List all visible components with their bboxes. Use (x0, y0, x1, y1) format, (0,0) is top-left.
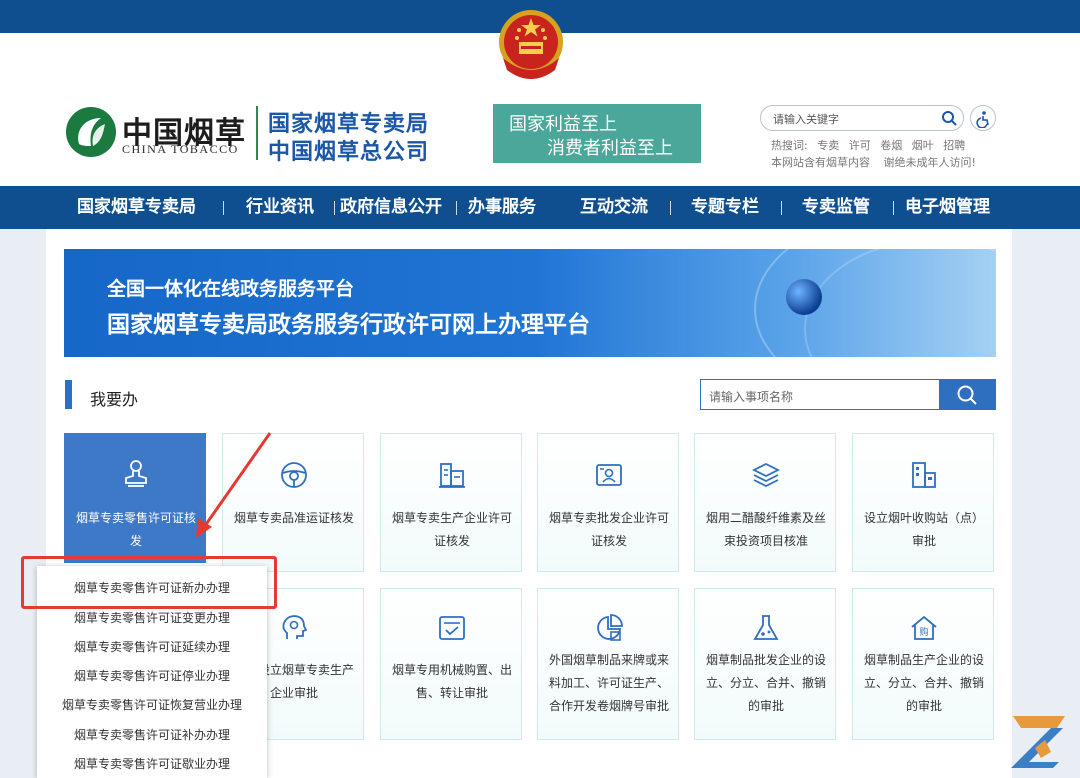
tobacco-leaf-logo-icon (66, 107, 116, 157)
search-icon[interactable] (941, 110, 957, 126)
china-tobacco-logo[interactable]: 中国烟草 CHINA TOBACCO 国家烟草专卖局 中国烟草总公司 (65, 104, 445, 165)
service-card-production-license[interactable]: 烟草专卖生产企业许可证核发 (380, 433, 522, 572)
layers-icon (751, 462, 781, 488)
service-card-label: 烟草专卖零售许可证核发 (75, 511, 196, 548)
service-card-wholesale-entity[interactable]: 烟草制品批发企业的设立、分立、合并、撤销的审批 (694, 588, 836, 740)
nav-item-tobacco-bureau[interactable]: 国家烟草专卖局 (77, 186, 196, 229)
highlight-box (21, 556, 277, 609)
service-card-label: 烟草制品批发企业的设立、分立、合并、撤销的审批 (705, 653, 826, 713)
service-card-label: 烟用二醋酸纤维素及丝束投资项目核准 (705, 511, 826, 548)
section-accent-bar (65, 380, 72, 409)
submenu-item-close[interactable]: 烟草专卖零售许可证歇业办理 (37, 755, 267, 772)
service-card-label: 烟草制品生产企业的设立、分立、合并、撤销的审批 (863, 653, 984, 713)
flask-icon (753, 615, 779, 640)
banner-line1: 全国一体化在线政务服务平台 (107, 278, 355, 300)
item-search-placeholder: 请输入事项名称 (709, 390, 794, 404)
svg-text:购: 购 (919, 626, 928, 638)
service-card-leaf-station[interactable]: 设立烟叶收购站（点）审批 (852, 433, 994, 572)
main-nav: 国家烟草专卖局 行业资讯 政府信息公开 办事服务 互动交流 专题专栏 专卖监管 … (0, 186, 1080, 229)
nav-divider (893, 201, 894, 215)
building-icon (912, 462, 936, 488)
hot-word-link[interactable]: 烟叶 (912, 139, 934, 152)
service-card-retail-license[interactable]: 烟草专卖零售许可证核发 (64, 433, 206, 563)
watermark-logo-icon (1005, 712, 1071, 768)
annotation-arrow-icon (196, 432, 272, 538)
slogan-line2: 消费者利益至上 (547, 138, 673, 159)
nav-divider (781, 201, 782, 215)
service-card-label: 外国烟草制品来牌或来料加工、许可证生产、合作开发卷烟牌号审批 (548, 653, 669, 713)
nav-item-gov-info[interactable]: 政府信息公开 (340, 186, 442, 229)
service-card-foreign-brand[interactable]: 外国烟草制品来牌或来料加工、许可证生产、合作开发卷烟牌号审批 (537, 588, 679, 740)
checklist-icon (439, 616, 465, 640)
search-icon (957, 385, 977, 405)
item-search-button[interactable] (939, 380, 995, 409)
notice-text-2: 谢绝未成年人访问! (883, 156, 976, 169)
hot-search-words: 热搜词: 专卖 许可 卷烟 烟叶 招聘 (771, 137, 971, 153)
accessibility-button[interactable] (970, 105, 996, 131)
nav-item-special-topics[interactable]: 专题专栏 (691, 186, 759, 229)
nav-divider (223, 201, 224, 215)
service-card-wholesale-license[interactable]: 烟草专卖批发企业许可证核发 (537, 433, 679, 572)
hot-word-link[interactable]: 招聘 (943, 139, 965, 152)
submenu-item-reissue[interactable]: 烟草专卖零售许可证补办办理 (37, 726, 267, 743)
id-card-icon (596, 464, 622, 486)
service-card-label: 烟草专卖批发企业许可证核发 (548, 511, 669, 548)
accessibility-icon (976, 111, 989, 128)
service-platform-banner[interactable]: 全国一体化在线政务服务平台 国家烟草专卖局政务服务行政许可网上办理平台 (64, 249, 996, 357)
pie-chart-icon (597, 614, 623, 641)
banner-orb (786, 279, 822, 315)
nav-item-services[interactable]: 办事服务 (468, 186, 536, 229)
steering-wheel-icon (281, 462, 307, 488)
nav-item-monopoly-supervision[interactable]: 专卖监管 (802, 186, 870, 229)
submenu-item-resume[interactable]: 烟草专卖零售许可证恢复营业办理 (37, 696, 267, 713)
hot-word-link[interactable]: 专卖 (817, 139, 839, 152)
service-card-acetate-project[interactable]: 烟用二醋酸纤维素及丝束投资项目核准 (694, 433, 836, 572)
submenu-item-change[interactable]: 烟草专卖零售许可证变更办理 (37, 609, 267, 626)
org-name-line2: 中国烟草总公司 (268, 140, 430, 165)
hot-word-link[interactable]: 许可 (849, 139, 871, 152)
hot-search-label: 热搜词: (771, 139, 808, 152)
logo-english-text: CHINA TOBACCO (122, 142, 239, 156)
site-search-placeholder: 请输入关键字 (773, 113, 839, 126)
section-title: 我要办 (90, 390, 139, 409)
hot-word-link[interactable]: 卷烟 (880, 139, 902, 152)
factory-icon (439, 463, 465, 488)
nav-divider (334, 201, 335, 215)
logo-divider (256, 106, 258, 160)
head-gear-icon (282, 615, 308, 639)
slogan-banner: 国家利益至上 消费者利益至上 (493, 104, 701, 163)
item-search-input[interactable]: 请输入事项名称 (700, 379, 996, 410)
site-search-input[interactable]: 请输入关键字 (760, 105, 964, 131)
service-card-label: 设立烟叶收购站（点）审批 (863, 511, 984, 548)
submenu-item-suspend[interactable]: 烟草专卖零售许可证停业办理 (37, 667, 267, 684)
nav-divider (670, 201, 671, 215)
purchase-house-icon: 购 (911, 615, 937, 640)
national-emblem-icon (497, 8, 565, 80)
slogan-line1: 国家利益至上 (509, 114, 617, 135)
service-card-label: 烟草专用机械购置、出售、转让审批 (391, 663, 512, 700)
service-card-machinery[interactable]: 烟草专用机械购置、出售、转让审批 (380, 588, 522, 740)
service-card-production-entity[interactable]: 购 烟草制品生产企业的设立、分立、合并、撤销的审批 (852, 588, 994, 740)
notice-text-1: 本网站含有烟草内容 (771, 156, 870, 169)
nav-item-interaction[interactable]: 互动交流 (580, 186, 648, 229)
nav-divider (456, 201, 457, 215)
nav-item-e-cigarette[interactable]: 电子烟管理 (905, 186, 990, 229)
nav-item-industry-news[interactable]: 行业资讯 (246, 186, 314, 229)
service-card-label: 烟草专卖生产企业许可证核发 (391, 511, 512, 548)
submenu-item-renew[interactable]: 烟草专卖零售许可证延续办理 (37, 638, 267, 655)
banner-line2: 国家烟草专卖局政务服务行政许可网上办理平台 (107, 312, 590, 338)
minor-notice: 本网站含有烟草内容 谢绝未成年人访问! (771, 154, 986, 170)
stamp-icon (125, 460, 147, 487)
